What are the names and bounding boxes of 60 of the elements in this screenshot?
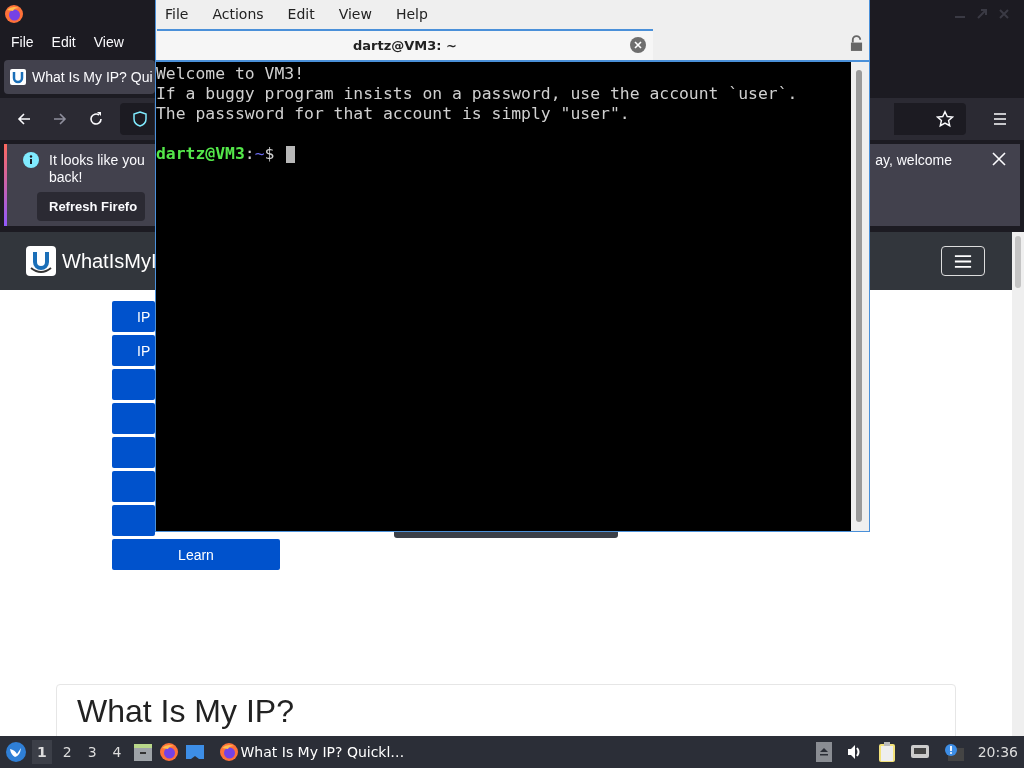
firefox-icon [4, 4, 24, 24]
prompt-separator: : [244, 144, 255, 164]
lock-icon[interactable] [850, 35, 863, 52]
menu-icon[interactable] [992, 111, 1008, 127]
prompt-path: ~ [254, 144, 265, 164]
scrollbar[interactable] [1012, 232, 1024, 736]
prompt-user: dartz@VM3 [156, 144, 245, 164]
menu-item[interactable]: View [93, 34, 124, 50]
nav-button[interactable]: IP [112, 335, 155, 366]
workspace-button[interactable]: 1 [32, 740, 52, 764]
star-icon[interactable] [936, 110, 954, 128]
site-logo-icon [26, 246, 56, 276]
browser-tab[interactable]: What Is My IP? Qui [4, 60, 155, 94]
terminal-line: Welcome to VM3! [156, 64, 305, 84]
firefox-icon [218, 742, 239, 762]
nav-button[interactable]: IP [112, 301, 155, 332]
terminal-line: If a buggy program insists on a password, use the account `user`. [156, 84, 798, 104]
scrollbar[interactable] [851, 62, 869, 531]
terminal-tab[interactable]: dartz@VM3: ~ [157, 29, 653, 60]
hamburger-button[interactable] [941, 246, 985, 276]
forward-icon[interactable] [52, 111, 68, 127]
terminal-line: The passsword for that account is simply "user". [156, 104, 630, 124]
nav-button[interactable]: Learn [112, 539, 280, 570]
eject-icon[interactable] [815, 742, 832, 762]
window-icon[interactable] [184, 742, 205, 762]
menu-item[interactable]: Actions [212, 6, 264, 22]
menu-item[interactable]: Help [395, 6, 428, 22]
refresh-button[interactable]: Refresh Firefo [37, 192, 145, 221]
address-bar[interactable] [120, 103, 154, 135]
workspace-button[interactable]: 4 [107, 740, 127, 764]
menu-icon [954, 253, 972, 269]
shield-icon[interactable] [132, 111, 148, 127]
site-brand[interactable]: WhatIsMyI [62, 249, 157, 273]
menu-item[interactable]: File [165, 6, 189, 22]
notification-text: It looks like you [49, 152, 145, 169]
menu-item[interactable]: Edit [51, 34, 76, 50]
start-menu-icon[interactable] [6, 742, 26, 762]
notification-text: back! [49, 169, 84, 186]
firefox-icon[interactable] [158, 742, 179, 762]
card-heading: What Is My IP? [77, 693, 295, 730]
reload-icon[interactable] [88, 111, 104, 127]
taskbar-task[interactable]: What Is My IP? Quickl… [218, 742, 405, 762]
prompt-symbol: $ [264, 144, 275, 164]
info-icon [23, 152, 39, 168]
menu-item[interactable]: Edit [287, 6, 315, 22]
workspace-button[interactable]: 2 [57, 740, 77, 764]
site-logo-icon [10, 69, 26, 85]
close-icon[interactable] [630, 37, 646, 53]
address-bar[interactable] [894, 103, 966, 135]
notification-icon[interactable] [943, 743, 964, 761]
clock[interactable]: 20:36 [977, 744, 1018, 760]
file-cabinet-icon[interactable] [132, 742, 153, 762]
clipboard-icon[interactable] [877, 742, 896, 762]
workspace-button[interactable]: 3 [82, 740, 102, 764]
menu-item[interactable]: File [11, 34, 34, 50]
back-icon[interactable] [16, 111, 32, 127]
menu-item[interactable]: View [338, 6, 372, 22]
notification-text: ay, welcome [875, 152, 952, 168]
text-cursor [286, 145, 296, 163]
network-icon[interactable] [909, 744, 930, 760]
